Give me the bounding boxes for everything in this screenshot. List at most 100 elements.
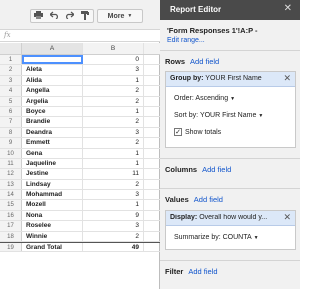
cell-a[interactable]: Aleta bbox=[22, 65, 83, 75]
cell-a[interactable]: Mozell bbox=[22, 200, 83, 210]
cell-a[interactable]: Winnie bbox=[22, 231, 83, 242]
cell-b[interactable]: 2 bbox=[83, 86, 144, 96]
rows-group-card: Group by: YOUR First Name ✕ Order: Ascen… bbox=[165, 71, 296, 148]
table-row: 15 Mozell 1 bbox=[0, 200, 160, 211]
more-menu-button[interactable]: More ▼ bbox=[97, 9, 143, 23]
cell-b[interactable]: 3 bbox=[83, 190, 144, 200]
cell-b[interactable]: 1 bbox=[83, 158, 144, 169]
row-number[interactable]: 13 bbox=[0, 179, 22, 190]
cell-b[interactable]: 9 bbox=[83, 210, 144, 221]
cell-a[interactable] bbox=[22, 55, 83, 65]
remove-group-icon[interactable]: ✕ bbox=[283, 73, 291, 84]
row-number[interactable]: 15 bbox=[0, 200, 22, 210]
cell-a[interactable]: Jaqueline bbox=[22, 158, 83, 169]
cell-b[interactable]: 3 bbox=[83, 127, 144, 138]
cell-a[interactable]: Deandra bbox=[22, 127, 83, 138]
close-icon[interactable]: ✕ bbox=[284, 3, 292, 14]
cell-a[interactable]: Nona bbox=[22, 210, 83, 221]
source-range-title: 'Form Responses 1'!A:P - bbox=[167, 26, 258, 35]
rows-add-field-link[interactable]: Add field bbox=[190, 57, 219, 66]
table-row: 4 Angella 2 bbox=[0, 86, 160, 97]
show-totals-checkbox[interactable]: ✓ Show totals bbox=[174, 128, 221, 136]
row-number[interactable]: 1 bbox=[0, 55, 22, 65]
undo-icon[interactable] bbox=[47, 11, 63, 21]
group-by-prefix: Group by: bbox=[170, 75, 204, 82]
row-number[interactable]: 6 bbox=[0, 106, 22, 117]
checkmark-icon: ✓ bbox=[175, 128, 181, 136]
row-number[interactable]: 11 bbox=[0, 158, 22, 169]
column-header-b[interactable]: B bbox=[83, 43, 144, 54]
paint-format-icon[interactable] bbox=[78, 10, 94, 22]
row-number[interactable]: 16 bbox=[0, 210, 22, 221]
row-number[interactable]: 14 bbox=[0, 190, 22, 200]
table-row: 13 Lindsay 2 bbox=[0, 179, 160, 191]
remove-value-icon[interactable]: ✕ bbox=[283, 212, 291, 223]
cell-b[interactable]: 2 bbox=[83, 96, 144, 106]
cell-a[interactable]: Boyce bbox=[22, 106, 83, 117]
cell-a[interactable]: Roselee bbox=[22, 221, 83, 231]
summarize-dropdown[interactable]: Summarize by: COUNTA ▼ bbox=[174, 234, 259, 241]
display-value: Overall how would y... bbox=[199, 214, 268, 221]
group-by-value: YOUR First Name bbox=[205, 75, 262, 82]
cell-a[interactable]: Brandie bbox=[22, 117, 83, 127]
cell-b[interactable]: 1 bbox=[83, 106, 144, 117]
cell-b[interactable]: 3 bbox=[83, 65, 144, 75]
cell-a[interactable]: Lindsay bbox=[22, 179, 83, 190]
row-number[interactable]: 5 bbox=[0, 96, 22, 106]
cell-a[interactable]: Angella bbox=[22, 86, 83, 96]
values-display-card: Display: Overall how would y... ✕ Summar… bbox=[165, 210, 296, 250]
row-number[interactable]: 12 bbox=[0, 169, 22, 179]
sort-dropdown[interactable]: Sort by: YOUR First Name ▼ bbox=[174, 112, 263, 119]
cell-b[interactable]: 0 bbox=[83, 55, 144, 65]
row-number[interactable]: 3 bbox=[0, 75, 22, 86]
display-text: Display: Overall how would y... bbox=[170, 214, 282, 221]
cell-b[interactable]: 2 bbox=[83, 231, 144, 242]
group-by-header: Group by: YOUR First Name ✕ bbox=[166, 72, 295, 87]
edit-range-link[interactable]: Edit range... bbox=[167, 37, 205, 44]
row-number[interactable]: 19 bbox=[0, 243, 22, 252]
cell-a[interactable]: Alida bbox=[22, 75, 83, 86]
row-number[interactable]: 7 bbox=[0, 117, 22, 127]
cell-b[interactable]: 11 bbox=[83, 169, 144, 179]
cell-a[interactable]: Jestine bbox=[22, 169, 83, 179]
row-number[interactable]: 9 bbox=[0, 138, 22, 148]
grid-rows: 1 0 2 Aleta 3 3 Alida 1 4 Angella 2 5 Argelia 2 6 Boyce… bbox=[0, 55, 160, 253]
values-section-label: Values Add field bbox=[165, 195, 223, 204]
columns-add-field-link[interactable]: Add field bbox=[202, 165, 231, 174]
filter-add-field-link[interactable]: Add field bbox=[188, 267, 217, 276]
row-number[interactable]: 2 bbox=[0, 65, 22, 75]
formula-bar[interactable]: fx bbox=[0, 30, 160, 42]
row-number[interactable]: 4 bbox=[0, 86, 22, 96]
cell-b[interactable]: 49 bbox=[83, 243, 144, 252]
cell-a[interactable]: Argelia bbox=[22, 96, 83, 106]
printer-icon[interactable] bbox=[31, 11, 47, 21]
order-dropdown-label: Order: Ascending bbox=[174, 95, 229, 102]
cell-b[interactable]: 1 bbox=[83, 75, 144, 86]
fx-icon: fx bbox=[4, 31, 11, 39]
cell-b[interactable]: 1 bbox=[83, 148, 144, 158]
chevron-down-icon: ▼ bbox=[230, 96, 236, 102]
cell-b[interactable]: 2 bbox=[83, 179, 144, 190]
row-number[interactable]: 18 bbox=[0, 231, 22, 242]
row-number[interactable]: 8 bbox=[0, 127, 22, 138]
row-number[interactable]: 10 bbox=[0, 148, 22, 158]
checkbox-icon[interactable]: ✓ bbox=[174, 128, 182, 136]
cell-a[interactable]: Emmett bbox=[22, 138, 83, 148]
cell-b[interactable]: 3 bbox=[83, 221, 144, 231]
values-add-field-link[interactable]: Add field bbox=[194, 195, 223, 204]
divider bbox=[160, 50, 300, 51]
cell-a[interactable]: Gena bbox=[22, 148, 83, 158]
order-dropdown[interactable]: Order: Ascending ▼ bbox=[174, 95, 235, 102]
spreadsheet-area: More ▼ fx A B 1 0 2 Aleta 3 3 Alida 1 4 Angella 2 5… bbox=[0, 0, 160, 289]
cell-b[interactable]: 1 bbox=[83, 200, 144, 210]
more-label: More bbox=[107, 12, 125, 20]
table-row: 7 Brandie 2 bbox=[0, 117, 160, 128]
cell-a[interactable]: Mohammad bbox=[22, 190, 83, 200]
row-number[interactable]: 17 bbox=[0, 221, 22, 231]
select-all-corner[interactable] bbox=[0, 43, 22, 54]
redo-icon[interactable] bbox=[62, 11, 78, 21]
column-header-a[interactable]: A bbox=[22, 43, 83, 54]
cell-b[interactable]: 2 bbox=[83, 138, 144, 148]
cell-a[interactable]: Grand Total bbox=[22, 243, 83, 252]
cell-b[interactable]: 2 bbox=[83, 117, 144, 127]
